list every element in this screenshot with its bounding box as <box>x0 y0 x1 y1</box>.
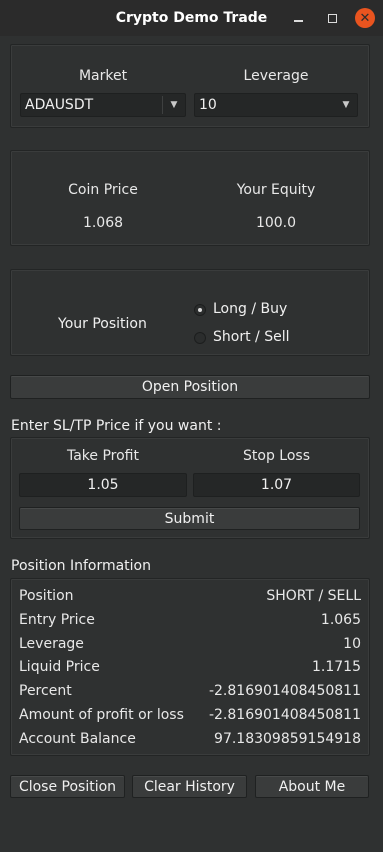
info-row-value: 97.18309859154918 <box>214 730 361 747</box>
info-row: Percent -2.816901408450811 <box>19 680 361 702</box>
chevron-down-icon: ▼ <box>342 100 350 110</box>
info-row-label: Position <box>19 588 74 604</box>
info-row: Position SHORT / SELL <box>19 585 361 607</box>
info-row-label: Percent <box>19 683 72 700</box>
info-row-label: Account Balance <box>19 730 136 747</box>
sltp-heading: Enter SL/TP Price if you want : <box>11 418 222 434</box>
market-select-value: ADAUSDT <box>25 97 94 113</box>
market-select[interactable]: ADAUSDT ▼ <box>20 93 186 117</box>
price-group <box>10 150 370 246</box>
long-radio[interactable] <box>194 304 206 316</box>
info-row-label: Leverage <box>19 635 84 652</box>
minimize-button[interactable] <box>288 8 308 28</box>
equity-value: 100.0 <box>255 215 297 231</box>
equity-label: Your Equity <box>236 182 316 198</box>
take-profit-input[interactable]: 1.05 <box>19 473 187 497</box>
submit-button[interactable]: Submit <box>19 507 360 530</box>
about-me-button[interactable]: About Me <box>255 775 369 798</box>
info-row-value: -2.816901408450811 <box>208 707 361 723</box>
chevron-down-icon: ▼ <box>170 100 178 110</box>
close-icon: ✕ <box>359 10 371 26</box>
short-radio-label[interactable]: Short / Sell <box>213 329 289 345</box>
stop-loss-input[interactable]: 1.07 <box>193 473 360 497</box>
info-row: Entry Price 1.065 <box>19 609 361 631</box>
market-label: Market <box>78 68 128 84</box>
coin-price-label: Coin Price <box>68 182 138 198</box>
leverage-select-value: 10 <box>199 97 217 113</box>
info-row: Account Balance 97.18309859154918 <box>19 728 361 750</box>
coin-price-value: 1.068 <box>82 215 124 231</box>
info-row: Liquid Price 1.1715 <box>19 656 361 678</box>
short-radio[interactable] <box>194 332 206 344</box>
position-group <box>10 269 370 356</box>
info-row-value: SHORT / SELL <box>266 588 361 604</box>
window-title: Crypto Demo Trade <box>115 10 268 26</box>
your-position-label: Your Position <box>58 316 147 332</box>
take-profit-label: Take Profit <box>66 448 139 464</box>
close-position-button[interactable]: Close Position <box>10 775 125 798</box>
maximize-icon <box>327 13 337 23</box>
minimize-icon <box>293 20 303 22</box>
close-window-button[interactable]: ✕ <box>355 8 375 28</box>
info-row-label: Liquid Price <box>19 659 100 676</box>
clear-history-button[interactable]: Clear History <box>132 775 247 798</box>
info-row-label: Entry Price <box>19 611 95 628</box>
info-row-label: Amount of profit or loss <box>19 707 184 723</box>
info-row-value: 1.065 <box>320 611 361 628</box>
long-radio-label[interactable]: Long / Buy <box>213 301 287 317</box>
info-row-value: 10 <box>343 635 361 652</box>
info-row: Amount of profit or loss -2.8169014084508… <box>19 704 361 726</box>
position-info-heading: Position Information <box>11 558 151 574</box>
info-row-value: 1.1715 <box>312 659 361 676</box>
info-row-value: -2.816901408450811 <box>208 683 361 700</box>
maximize-button[interactable] <box>322 8 342 28</box>
info-row: Leverage 10 <box>19 633 361 655</box>
open-position-button[interactable]: Open Position <box>10 375 370 399</box>
stop-loss-label: Stop Loss <box>243 448 310 464</box>
leverage-select[interactable]: 10 ▼ <box>194 93 358 117</box>
leverage-label: Leverage <box>243 68 309 84</box>
